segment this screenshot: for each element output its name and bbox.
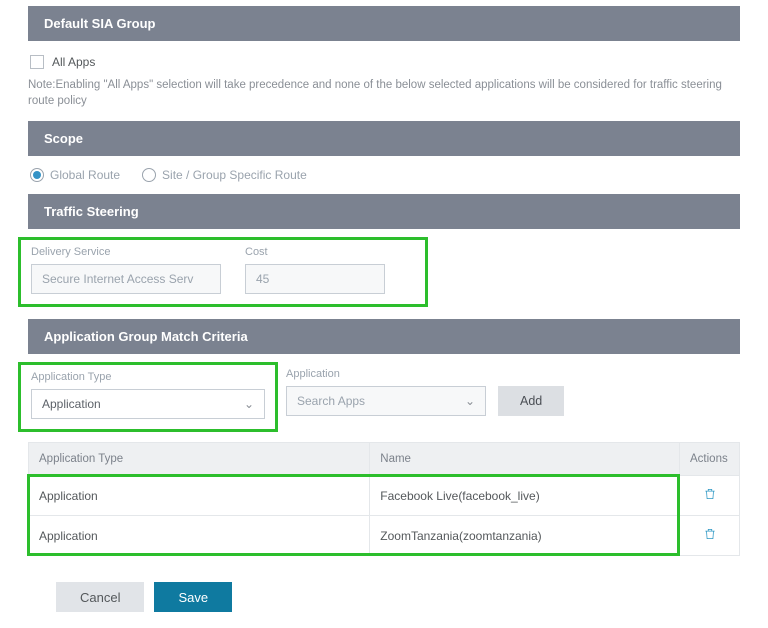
section-app-match: Application Group Match Criteria bbox=[28, 319, 740, 354]
save-button[interactable]: Save bbox=[154, 582, 232, 612]
table-row: ApplicationZoomTanzania(zoomtanzania) bbox=[29, 516, 740, 556]
section-default-sia: Default SIA Group bbox=[28, 6, 740, 41]
th-actions: Actions bbox=[680, 443, 740, 476]
application-search-select[interactable]: Search Apps ⌄ bbox=[286, 386, 486, 416]
th-application-type: Application Type bbox=[29, 443, 370, 476]
application-search-placeholder: Search Apps bbox=[297, 394, 365, 408]
application-type-value: Application bbox=[42, 397, 101, 411]
delivery-service-label: Delivery Service bbox=[31, 246, 221, 258]
cancel-button[interactable]: Cancel bbox=[56, 582, 144, 612]
section-traffic-steering: Traffic Steering bbox=[28, 194, 740, 229]
scope-radio-global[interactable]: Global Route bbox=[30, 168, 120, 182]
all-apps-note: Note:Enabling "All Apps" selection will … bbox=[28, 77, 740, 109]
cell-type: Application bbox=[29, 476, 370, 516]
table-row: ApplicationFacebook Live(facebook_live) bbox=[29, 476, 740, 516]
application-type-highlight: Application Type Application ⌄ bbox=[18, 362, 278, 432]
chevron-down-icon: ⌄ bbox=[244, 397, 254, 411]
th-name: Name bbox=[370, 443, 680, 476]
scope-site-label: Site / Group Specific Route bbox=[162, 168, 307, 182]
scope-global-label: Global Route bbox=[50, 168, 120, 182]
trash-icon[interactable] bbox=[703, 487, 717, 501]
cell-name: Facebook Live(facebook_live) bbox=[370, 476, 680, 516]
cell-type: Application bbox=[29, 516, 370, 556]
application-type-select[interactable]: Application ⌄ bbox=[31, 389, 265, 419]
application-type-label: Application Type bbox=[31, 371, 265, 383]
application-table: Application Type Name Actions Applicatio… bbox=[28, 442, 740, 556]
chevron-down-icon: ⌄ bbox=[465, 394, 475, 408]
trash-icon[interactable] bbox=[703, 527, 717, 541]
all-apps-checkbox[interactable] bbox=[30, 55, 44, 69]
section-scope: Scope bbox=[28, 121, 740, 156]
cost-label: Cost bbox=[245, 246, 385, 258]
add-button[interactable]: Add bbox=[498, 386, 564, 416]
all-apps-label: All Apps bbox=[52, 55, 95, 69]
cell-name: ZoomTanzania(zoomtanzania) bbox=[370, 516, 680, 556]
scope-radio-site[interactable]: Site / Group Specific Route bbox=[142, 168, 307, 182]
delivery-service-input[interactable] bbox=[31, 264, 221, 294]
application-label: Application bbox=[286, 368, 564, 380]
cost-input[interactable] bbox=[245, 264, 385, 294]
traffic-steering-highlight: Delivery Service Cost bbox=[18, 237, 428, 307]
